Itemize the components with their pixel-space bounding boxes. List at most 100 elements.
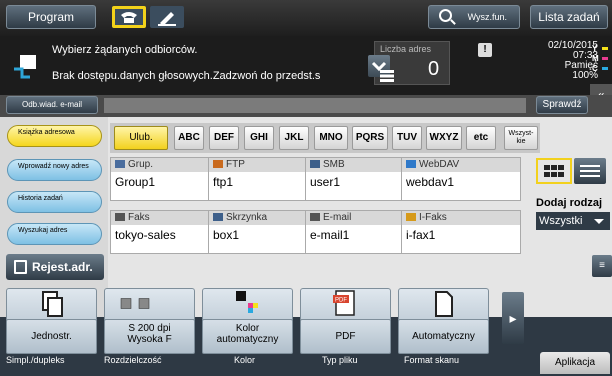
tab-def[interactable]: DEF bbox=[209, 126, 239, 150]
address-count-label: Liczba adres bbox=[380, 44, 432, 54]
list-view-button[interactable] bbox=[574, 158, 606, 184]
menu-address-book[interactable]: Książka adresowa bbox=[7, 125, 102, 147]
file-type-caption: Typ pliku bbox=[322, 355, 358, 365]
function-line1: S 200 dpi bbox=[128, 323, 171, 334]
applications-button[interactable]: Aplikacja bbox=[540, 352, 610, 374]
voice-data-message: Brak dostępu.danych głosowych.Zadzwoń do… bbox=[52, 70, 321, 82]
instruction-message: Wybierz żądanych odbiorców. bbox=[52, 44, 198, 56]
toner-bar-cyan bbox=[602, 67, 608, 70]
tab-ghi[interactable]: GHI bbox=[244, 126, 274, 150]
resolution-button[interactable]: S 200 dpi Wysoka F bbox=[104, 319, 195, 354]
left-menu bbox=[0, 117, 108, 317]
warning-icon: ! bbox=[478, 43, 492, 57]
chevron-right-icon: ▸ bbox=[509, 310, 517, 326]
tab-pqrs[interactable]: PQRS bbox=[352, 126, 388, 150]
menu-down-icon: ≡ bbox=[599, 260, 605, 271]
list-view-icon bbox=[580, 165, 600, 177]
address-card-webdav[interactable]: WebDAV webdav1 bbox=[401, 157, 521, 201]
register-label: Rejest.adr. bbox=[32, 260, 93, 274]
scan-size-caption: Format skanu bbox=[404, 355, 460, 365]
card-type-label: FTP bbox=[226, 159, 245, 170]
toner-bar-magenta bbox=[602, 57, 608, 60]
menu-address-search[interactable]: Wyszukaj adres bbox=[7, 223, 102, 245]
file-type-button[interactable]: PDF bbox=[300, 319, 391, 354]
simplex-duplex-caption: Simpl./dupleks bbox=[6, 355, 65, 365]
fax-icon bbox=[115, 213, 125, 221]
tab-all[interactable]: Wszyst-kie bbox=[504, 126, 538, 150]
register-address-button[interactable]: Rejest.adr. bbox=[6, 254, 104, 280]
card-type-label: Skrzynka bbox=[226, 212, 268, 223]
destination-field[interactable] bbox=[104, 98, 526, 113]
ftp-icon bbox=[213, 160, 223, 168]
resolution-caption: Rozdzielczość bbox=[104, 355, 162, 365]
tab-favorites[interactable]: Ulub. bbox=[114, 126, 168, 150]
caret-down-icon bbox=[594, 219, 604, 224]
email-icon bbox=[310, 213, 320, 221]
tab-phone-mode[interactable] bbox=[112, 6, 146, 28]
card-type-label: WebDAV bbox=[419, 159, 460, 170]
grid-view-icon bbox=[544, 165, 564, 177]
tab-jkl[interactable]: JKL bbox=[279, 126, 309, 150]
toner-level-indicator: Y M C bbox=[592, 44, 612, 78]
function-line1: Automatyczny bbox=[412, 331, 475, 342]
card-type-label: Faks bbox=[128, 212, 150, 223]
color-caption: Kolor bbox=[234, 355, 256, 365]
card-type-label: Grup. bbox=[128, 159, 154, 170]
list-icon bbox=[380, 70, 394, 82]
pen-icon bbox=[158, 12, 176, 26]
address-count-value: 0 bbox=[428, 58, 440, 80]
tab-etc[interactable]: etc bbox=[466, 126, 496, 150]
toner-letter-y: Y bbox=[592, 44, 598, 53]
document-icon bbox=[14, 55, 36, 79]
toner-bar-yellow bbox=[602, 47, 608, 50]
register-icon bbox=[14, 260, 27, 274]
scan-size-icon bbox=[435, 291, 453, 317]
address-card-ifax[interactable]: I-Faks i-fax1 bbox=[401, 210, 521, 254]
add-type-label: Dodaj rodzaj bbox=[536, 197, 603, 209]
pdf-icon: PDF bbox=[333, 290, 355, 316]
scroll-list-button[interactable]: ≡ bbox=[592, 255, 612, 277]
webdav-icon bbox=[406, 160, 416, 168]
toner-letter-m: M bbox=[592, 54, 599, 63]
ifax-icon bbox=[406, 213, 416, 221]
simplex-duplex-button[interactable]: Jednostr. bbox=[6, 319, 97, 354]
date-time-memory: 02/10/2015 07:33 Pamięć 100% bbox=[508, 41, 598, 81]
grid-view-button[interactable] bbox=[536, 158, 572, 184]
program-button[interactable]: Program bbox=[6, 5, 96, 29]
simplex-icon bbox=[42, 291, 63, 317]
function-line2: Wysoka F bbox=[127, 334, 172, 345]
card-value: i-fax1 bbox=[406, 228, 436, 242]
toner-letter-c: C bbox=[592, 64, 598, 73]
tab-handwrite-mode[interactable] bbox=[150, 6, 184, 28]
function-line2: automatyczny bbox=[216, 334, 279, 345]
function-search-button[interactable]: Wysz.fun. bbox=[428, 5, 520, 29]
scan-size-button[interactable]: Automatyczny bbox=[398, 319, 489, 354]
card-type-label: SMB bbox=[323, 159, 345, 170]
memory-value: 100% bbox=[572, 70, 598, 81]
type-select-value: Wszystki bbox=[539, 215, 583, 227]
type-select[interactable]: Wszystki bbox=[536, 212, 610, 230]
group-icon bbox=[115, 160, 125, 168]
color-button[interactable]: Kolor automatyczny bbox=[202, 319, 293, 354]
function-line1: Jednostr. bbox=[31, 331, 72, 342]
email-recipient-button[interactable]: Odb.wiad. e-mail bbox=[6, 96, 98, 114]
card-value: webdav1 bbox=[406, 175, 455, 189]
tab-mno[interactable]: MNO bbox=[314, 126, 348, 150]
function-line1: PDF bbox=[335, 331, 356, 342]
card-type-label: E-mail bbox=[323, 212, 352, 223]
card-type-label: I-Faks bbox=[419, 212, 447, 223]
menu-job-history[interactable]: Historia zadań bbox=[7, 191, 102, 213]
tab-tuv[interactable]: TUV bbox=[392, 126, 422, 150]
job-list-button[interactable]: Lista zadań bbox=[530, 5, 608, 29]
tab-abc[interactable]: ABC bbox=[174, 126, 204, 150]
next-functions-button[interactable]: ▸ bbox=[502, 292, 524, 344]
box-icon bbox=[213, 213, 223, 221]
tab-wxyz[interactable]: WXYZ bbox=[426, 126, 462, 150]
resolution-icon bbox=[120, 298, 150, 309]
function-search-label: Wysz.fun. bbox=[467, 12, 507, 22]
menu-new-address[interactable]: Wprowadź nowy adres bbox=[7, 159, 102, 181]
color-icon bbox=[236, 291, 258, 313]
smb-icon bbox=[310, 160, 320, 168]
function-line1: Kolor bbox=[235, 323, 260, 334]
check-button[interactable]: Sprawdź bbox=[536, 96, 588, 114]
